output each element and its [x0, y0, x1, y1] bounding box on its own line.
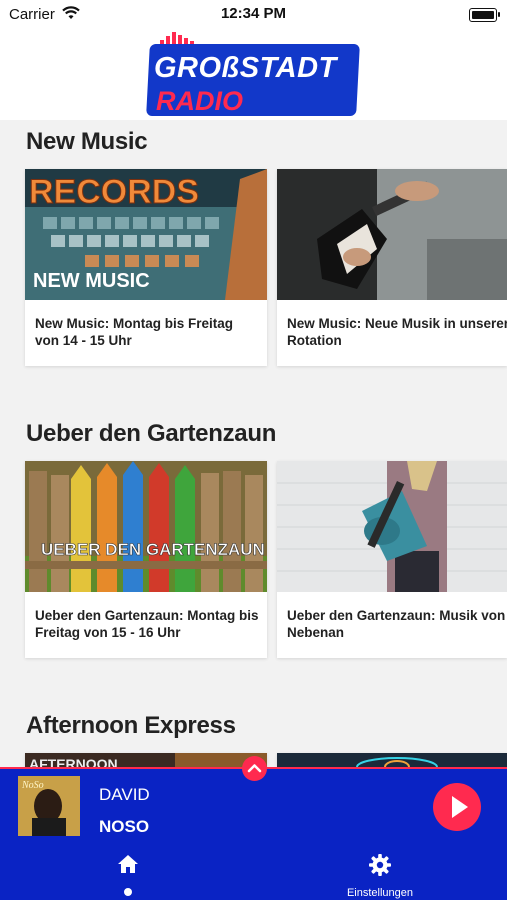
new-music-overlay: NEW MUSIC	[33, 270, 150, 292]
card-caption: Ueber den Gartenzaun: Montag bis Freitag…	[35, 608, 259, 640]
section-new-music: New Music RECORDS NEW MUSIC New Music: M…	[0, 128, 507, 378]
card-afternoon-2[interactable]	[277, 753, 507, 767]
now-playing-artist: DAVID	[99, 785, 150, 804]
battery-icon	[469, 8, 500, 22]
card-gartenzaun-schedule[interactable]: UEBER DEN GARTENZAUN Ueber den Gartenzau…	[25, 461, 267, 658]
album-cover: NoSo	[18, 776, 80, 836]
card-image	[277, 169, 507, 300]
card-caption: New Music: Neue Musik in unserer Rotatio…	[287, 316, 507, 348]
card-afternoon-1[interactable]: AFTERNOON	[25, 753, 267, 767]
cover-text: NoSo	[21, 780, 44, 791]
tab-settings-label: Einstellungen	[346, 887, 414, 899]
gear-icon	[369, 854, 391, 876]
gartenzaun-overlay: UEBER DEN GARTENZAUN	[41, 540, 265, 559]
play-button[interactable]	[433, 783, 481, 831]
records-sign: RECORDS	[29, 173, 199, 211]
status-bar: Carrier 12:34 PM	[0, 0, 507, 28]
card-image: AFTERNOON	[25, 753, 267, 767]
card-image	[277, 461, 507, 592]
section-title: Ueber den Gartenzaun	[26, 420, 277, 447]
card-image: RECORDS NEW MUSIC	[25, 169, 267, 300]
card-new-music-rotation[interactable]: New Music: Neue Musik in unserer Rotatio…	[277, 169, 507, 366]
tab-home[interactable]	[100, 851, 156, 899]
logo-line2: RADIO	[156, 86, 243, 116]
expand-player-button[interactable]	[242, 756, 267, 781]
clock: 12:34 PM	[220, 5, 287, 22]
section-title: Afternoon Express	[26, 712, 236, 739]
card-image	[277, 753, 507, 767]
now-playing-title: NOSO	[99, 817, 150, 836]
logo-line1: GROßSTADT	[154, 52, 337, 84]
tab-settings[interactable]: Einstellungen	[330, 851, 430, 899]
card-image: UEBER DEN GARTENZAUN	[25, 461, 267, 592]
chevron-up-icon	[247, 764, 262, 773]
home-icon	[118, 855, 138, 873]
card-gartenzaun-nebenan[interactable]: Ueber den Gartenzaun: Musik von Nebenan	[277, 461, 507, 658]
card-new-music-schedule[interactable]: RECORDS NEW MUSIC New Music: Montag bis …	[25, 169, 267, 366]
afternoon-overlay: AFTERNOON	[29, 756, 118, 767]
section-gartenzaun: Ueber den Gartenzaun UEBER DEN GARTENZAU…	[0, 420, 507, 670]
brand-logo: GROßSTADT RADIO	[146, 32, 360, 116]
tab-bar: Einstellungen	[0, 843, 507, 900]
app-header: GROßSTADT RADIO	[0, 28, 507, 120]
card-caption: New Music: Montag bis Freitag von 14 - 1…	[35, 316, 234, 348]
section-title: New Music	[26, 128, 148, 155]
active-tab-indicator	[124, 888, 132, 896]
card-caption: Ueber den Gartenzaun: Musik von Nebenan	[287, 608, 506, 640]
